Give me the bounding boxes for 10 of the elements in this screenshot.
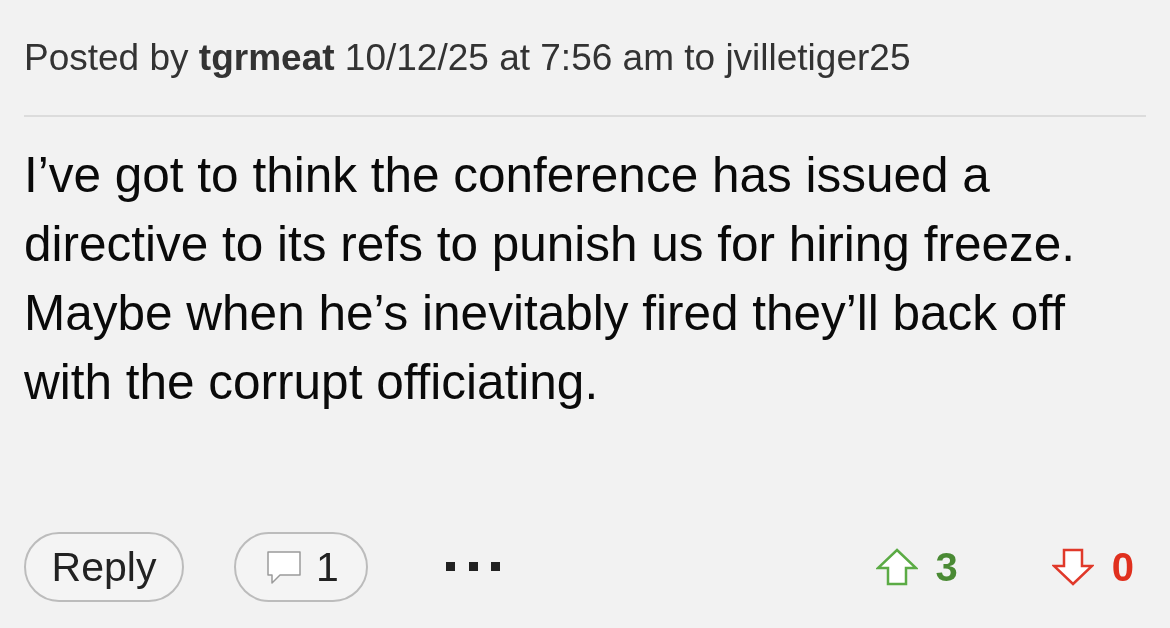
down-arrow-icon bbox=[1051, 548, 1094, 586]
up-arrow-icon bbox=[875, 548, 918, 586]
reply-button[interactable]: Reply bbox=[24, 532, 184, 602]
replies-button[interactable]: 1 bbox=[234, 532, 368, 602]
speech-bubble-icon bbox=[266, 550, 302, 584]
post-byline: Posted by tgrmeat 10/12/25 at 7:56 am to jvilletiger25 bbox=[24, 36, 1146, 117]
upvote-button[interactable]: 3 bbox=[875, 544, 958, 590]
post-body: I’ve got to think the conference has issued a directive to its refs to punish us for hiring freeze. Maybe when he’s inevitably fired they’ll back off with the corrupt officiating. bbox=[24, 146, 1076, 411]
more-options-icon[interactable] bbox=[445, 561, 501, 573]
downvote-button[interactable]: 0 bbox=[1051, 544, 1134, 590]
